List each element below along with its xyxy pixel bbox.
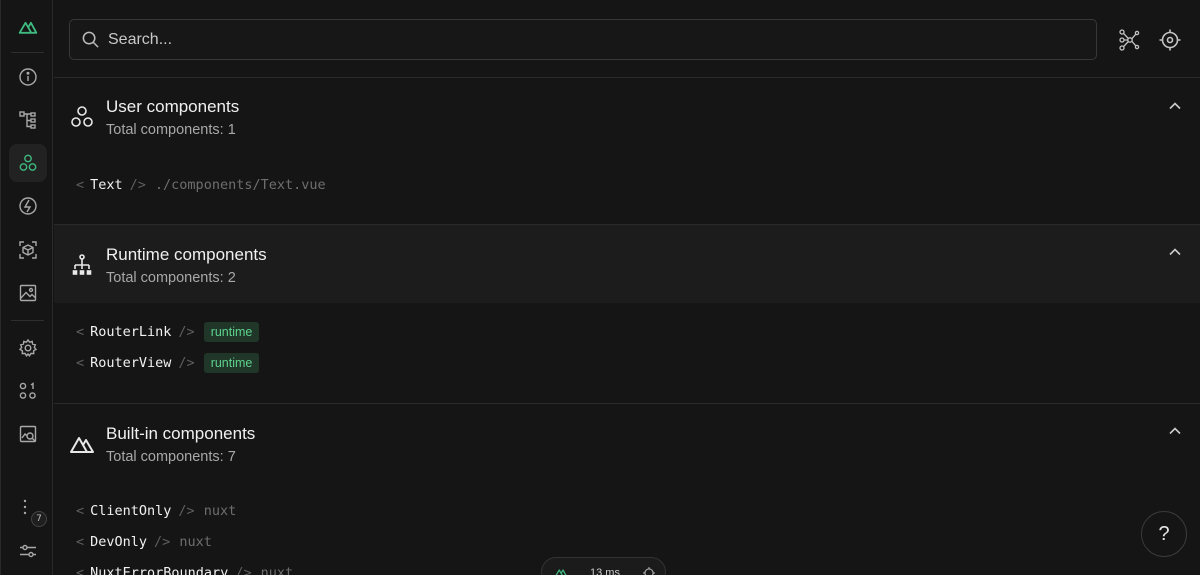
chevron-up-icon[interactable]: [1167, 244, 1183, 260]
section-header[interactable]: Built-in components Total components: 7: [54, 404, 1200, 482]
tag-close: />: [178, 503, 195, 519]
tag-open: <: [76, 534, 85, 550]
settings-icon[interactable]: [9, 329, 47, 367]
section-title: Runtime components: [106, 245, 267, 264]
nuxt-logo-icon[interactable]: [9, 8, 47, 46]
component-item[interactable]: < RouterView /> runtime: [76, 352, 260, 374]
components-icon: [69, 104, 95, 130]
component-path: nuxt: [179, 534, 212, 550]
component-path: nuxt: [203, 503, 237, 519]
component-name: RouterView: [90, 355, 172, 371]
imports-icon[interactable]: [9, 187, 47, 225]
target-icon[interactable]: [642, 566, 656, 575]
search-input[interactable]: [108, 20, 1088, 59]
builtin-components-section: Built-in components Total components: 7: [54, 404, 1200, 575]
section-subtitle: Total components: 2: [106, 270, 236, 286]
render-time: 13 ms: [590, 567, 620, 575]
sidebar-divider: [11, 52, 44, 53]
tag-open: <: [76, 324, 85, 340]
component-name: ClientOnly: [90, 503, 172, 519]
search-box[interactable]: [69, 19, 1097, 60]
section-title: User components: [106, 97, 240, 116]
tag-close: />: [154, 534, 171, 550]
component-item[interactable]: < Text /> ./components/Text.vue: [76, 174, 326, 196]
section-header[interactable]: User components Total components: 1: [54, 79, 1200, 157]
section-header[interactable]: Runtime components Total components: 2: [54, 225, 1200, 303]
user-components-section: User components Total components: 1: [54, 79, 1200, 224]
runtime-badge: runtime: [203, 353, 260, 373]
sitemap-icon: [69, 252, 95, 278]
component-name: NuxtErrorBoundary: [90, 565, 229, 575]
help-button[interactable]: ?: [1141, 511, 1187, 557]
assets-icon[interactable]: [9, 274, 47, 312]
component-item[interactable]: < ClientOnly /> nuxt: [76, 500, 236, 522]
pages-tree-icon[interactable]: [9, 101, 47, 139]
component-item[interactable]: < RouterLink /> runtime: [76, 321, 260, 343]
component-path: nuxt: [260, 565, 294, 575]
tag-open: <: [76, 503, 85, 519]
notification-badge: 7: [31, 511, 47, 527]
section-subtitle: Total components: 7: [106, 449, 236, 465]
graph-view-icon[interactable]: [1117, 28, 1141, 52]
section-title: Built-in components: [106, 424, 256, 443]
tag-close: />: [178, 355, 195, 371]
component-name: RouterLink: [90, 324, 172, 340]
info-icon[interactable]: [9, 58, 47, 96]
tag-close: />: [129, 177, 146, 193]
component-name: DevOnly: [90, 534, 148, 550]
inspect-icon[interactable]: [9, 415, 47, 453]
component-path: ./components/Text.vue: [154, 177, 326, 193]
sidebar-divider: [11, 320, 44, 321]
tag-open: <: [76, 355, 85, 371]
top-bar: [54, 0, 1200, 78]
nuxt-logo-icon: [555, 569, 567, 575]
preferences-icon[interactable]: [9, 532, 47, 570]
component-name: Text: [90, 177, 123, 193]
nuxt-logo-icon: [69, 431, 95, 457]
hooks-icon[interactable]: [9, 372, 47, 410]
runtime-badge: runtime: [203, 322, 260, 342]
component-item[interactable]: < NuxtErrorBoundary /> nuxt: [76, 562, 293, 575]
component-item[interactable]: < DevOnly /> nuxt: [76, 531, 212, 553]
search-icon: [82, 31, 99, 48]
target-icon[interactable]: [1158, 28, 1182, 52]
runtime-components-section: Runtime components Total components: 2: [54, 225, 1200, 403]
tag-open: <: [76, 177, 85, 193]
chevron-up-icon[interactable]: [1167, 98, 1183, 114]
section-subtitle: Total components: 1: [106, 122, 236, 138]
tag-close: />: [235, 565, 252, 575]
modules-icon[interactable]: [9, 231, 47, 269]
devtools-pill[interactable]: 13 ms: [541, 557, 666, 575]
sidebar: 7: [0, 0, 53, 575]
tag-open: <: [76, 565, 85, 575]
components-icon[interactable]: [9, 144, 47, 182]
chevron-up-icon[interactable]: [1167, 423, 1183, 439]
tag-close: />: [178, 324, 195, 340]
